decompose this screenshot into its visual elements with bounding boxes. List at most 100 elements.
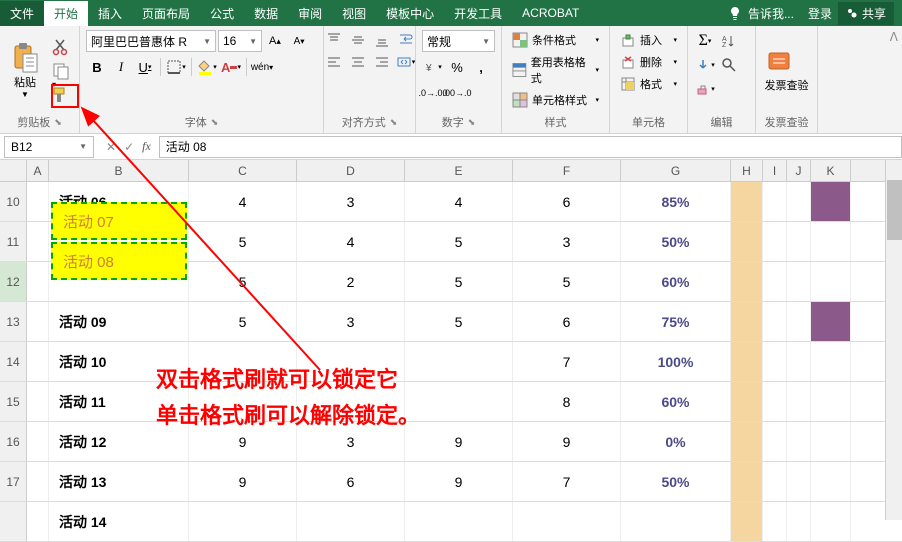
wrap-text-icon[interactable] xyxy=(395,30,417,50)
accept-formula-icon[interactable]: ✓ xyxy=(124,140,134,154)
col-header-I[interactable]: I xyxy=(763,160,787,181)
cell[interactable]: 60% xyxy=(621,262,731,301)
row-header[interactable]: 14 xyxy=(0,342,27,381)
increase-decimal-icon[interactable]: .0→.00 xyxy=(422,82,444,104)
decrease-decimal-icon[interactable]: .00→.0 xyxy=(446,82,468,104)
cell[interactable] xyxy=(811,302,851,341)
align-center-icon[interactable] xyxy=(347,52,369,72)
cell[interactable] xyxy=(27,262,49,301)
row-header[interactable]: 12 xyxy=(0,262,27,301)
cell-style-button[interactable]: 单元格样式▾ xyxy=(508,90,603,110)
table-format-button[interactable]: 套用表格格式▾ xyxy=(508,52,603,88)
cell[interactable] xyxy=(731,462,763,501)
cell[interactable]: 9 xyxy=(189,462,297,501)
formula-input[interactable]: 活动 08 xyxy=(159,136,902,158)
cell[interactable] xyxy=(27,382,49,421)
merge-cells-icon[interactable]: ▾ xyxy=(395,52,417,72)
cell[interactable] xyxy=(621,502,731,541)
cell[interactable]: 3 xyxy=(297,182,405,221)
decrease-font-icon[interactable]: A▾ xyxy=(288,30,310,52)
cell[interactable]: 6 xyxy=(513,302,621,341)
cell[interactable] xyxy=(731,502,763,541)
tab-dev[interactable]: 开发工具 xyxy=(444,1,512,26)
italic-button[interactable]: I xyxy=(110,56,132,78)
cell[interactable]: 5 xyxy=(189,222,297,261)
cell[interactable] xyxy=(405,342,513,381)
cell[interactable]: 75% xyxy=(621,302,731,341)
cell[interactable]: 6 xyxy=(297,462,405,501)
cell[interactable] xyxy=(189,502,297,541)
cancel-formula-icon[interactable]: ✕ xyxy=(106,140,116,154)
cell[interactable]: 5 xyxy=(405,302,513,341)
cell[interactable]: 活动 14 xyxy=(49,502,189,541)
tab-review[interactable]: 审阅 xyxy=(288,1,332,26)
cell[interactable]: 8 xyxy=(513,382,621,421)
font-size-dropdown[interactable]: 16▼ xyxy=(218,30,262,52)
autosum-icon[interactable]: Σ▾ xyxy=(694,30,716,52)
align-top-icon[interactable] xyxy=(323,30,345,50)
tab-view[interactable]: 视图 xyxy=(332,1,376,26)
cell[interactable] xyxy=(731,222,763,261)
find-icon[interactable] xyxy=(718,54,740,76)
tab-data[interactable]: 数据 xyxy=(244,1,288,26)
cell[interactable] xyxy=(731,182,763,221)
select-all-corner[interactable] xyxy=(0,160,27,181)
cell[interactable]: 6 xyxy=(513,182,621,221)
cell[interactable]: 100% xyxy=(621,342,731,381)
cell[interactable] xyxy=(811,502,851,541)
cell[interactable]: 5 xyxy=(189,262,297,301)
cell[interactable] xyxy=(405,382,513,421)
align-bottom-icon[interactable] xyxy=(371,30,393,50)
login-btn[interactable]: 登录 xyxy=(808,5,832,22)
clear-icon[interactable]: ▾ xyxy=(694,78,716,100)
tab-file[interactable]: 文件 xyxy=(0,1,44,26)
name-box[interactable]: B12▼ xyxy=(4,136,94,158)
cell[interactable] xyxy=(763,182,787,221)
cell[interactable] xyxy=(731,262,763,301)
cell[interactable]: 5 xyxy=(405,222,513,261)
cell[interactable]: 5 xyxy=(189,302,297,341)
tab-acrobat[interactable]: ACROBAT xyxy=(512,2,589,24)
cell[interactable]: 50% xyxy=(621,462,731,501)
cell[interactable]: 4 xyxy=(297,222,405,261)
cell[interactable] xyxy=(787,182,811,221)
cell[interactable] xyxy=(763,422,787,461)
cell[interactable] xyxy=(27,302,49,341)
copy-icon[interactable]: ▾ xyxy=(52,62,70,80)
cell[interactable]: 9 xyxy=(405,422,513,461)
format-cells-button[interactable]: 格式▾ xyxy=(616,74,681,94)
cell[interactable] xyxy=(787,342,811,381)
fill-color-button[interactable]: ▾ xyxy=(196,56,218,78)
cell[interactable] xyxy=(811,222,851,261)
tab-insert[interactable]: 插入 xyxy=(88,1,132,26)
cell[interactable] xyxy=(27,422,49,461)
fill-icon[interactable]: ▾ xyxy=(694,54,716,76)
tab-home[interactable]: 开始 xyxy=(44,1,88,26)
col-header-C[interactable]: C xyxy=(189,160,297,181)
cell[interactable] xyxy=(297,502,405,541)
phonetic-button[interactable]: wén▾ xyxy=(251,56,273,78)
cell[interactable]: 9 xyxy=(405,462,513,501)
percent-format-icon[interactable]: % xyxy=(446,56,468,78)
cell[interactable] xyxy=(27,222,49,261)
col-header-F[interactable]: F xyxy=(513,160,621,181)
cell[interactable] xyxy=(811,182,851,221)
cell[interactable]: 7 xyxy=(513,462,621,501)
align-left-icon[interactable] xyxy=(323,52,345,72)
conditional-format-button[interactable]: 条件格式▾ xyxy=(508,30,603,50)
cell[interactable] xyxy=(811,262,851,301)
cell[interactable]: 50% xyxy=(621,222,731,261)
highlighted-cell-b11[interactable]: 活动 07 xyxy=(51,202,187,240)
col-header-H[interactable]: H xyxy=(731,160,763,181)
insert-cells-button[interactable]: 插入▾ xyxy=(616,30,681,50)
font-color-button[interactable]: A▾ xyxy=(220,56,242,78)
row-header[interactable]: 16 xyxy=(0,422,27,461)
invoice-check-button[interactable]: 发票查验 xyxy=(765,49,809,93)
cell[interactable] xyxy=(763,502,787,541)
cell[interactable] xyxy=(731,302,763,341)
cell[interactable]: 0% xyxy=(621,422,731,461)
comma-format-icon[interactable]: , xyxy=(470,56,492,78)
font-name-dropdown[interactable]: 阿里巴巴普惠体 R▼ xyxy=(86,30,216,52)
cell[interactable] xyxy=(787,302,811,341)
tell-me[interactable]: 告诉我... xyxy=(748,5,794,22)
